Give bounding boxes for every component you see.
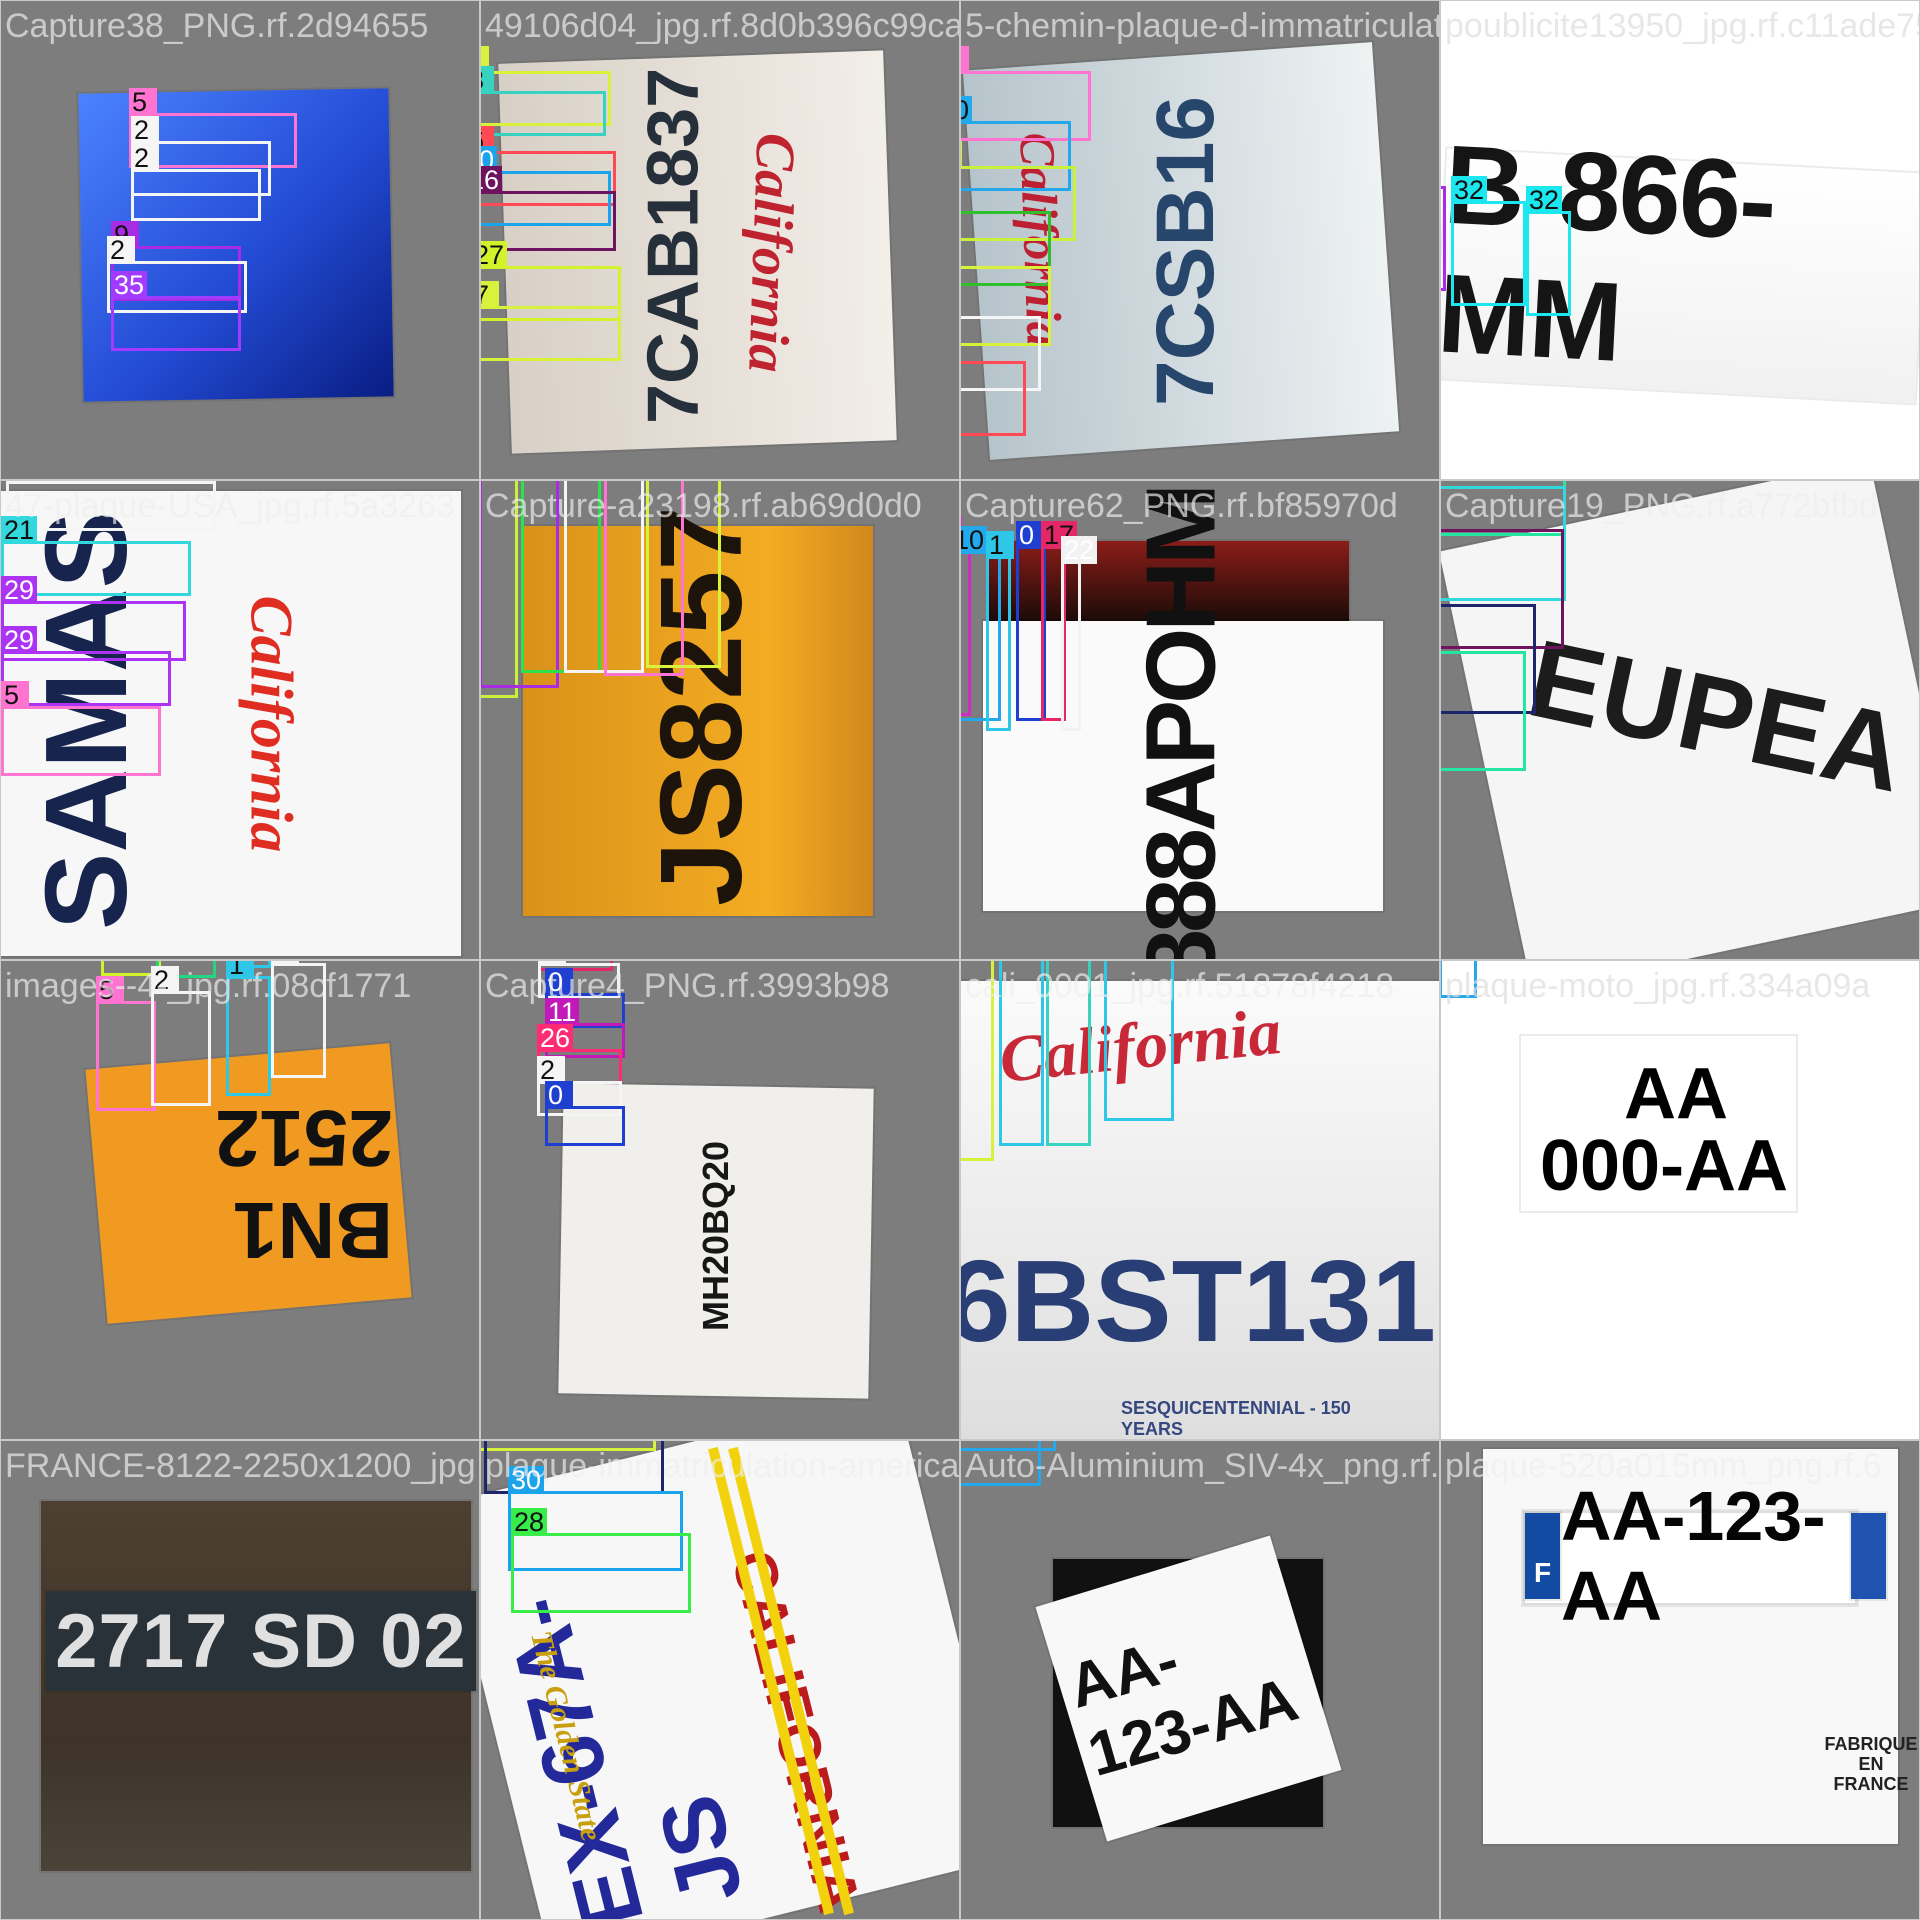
plate-top-line: AA xyxy=(1624,1053,1728,1134)
detection-box: 0 xyxy=(545,1081,625,1146)
mosaic-tile-cali-0001: cali_0001_jpg.rf.51878f4218 California 6… xyxy=(960,960,1440,1440)
mosaic-tile-auto-aluminium: Auto-Aluminium_SIV-4x_png.rf.6 AA-123-AA… xyxy=(960,1440,1440,1920)
tile-title: images--4-_jpg.rf.08cf1771 xyxy=(5,967,412,1005)
detection-class-label: 29 xyxy=(1,626,38,654)
tile-title: Capture19_PNG.rf.a772bfbd xyxy=(1445,487,1878,525)
mosaic-tile-publicite: poublicite13950_jpg.rf.c11ade75 B-866-MM… xyxy=(1440,0,1920,480)
detection-class-label: 16 xyxy=(481,166,503,194)
detection-box: 9 xyxy=(1441,186,1446,291)
tile-title: Capture62_PNG.rf.bf85970d xyxy=(965,487,1398,525)
mosaic-tile-france-8122: FRANCE-8122-2250x1200_jpg 2717 SD 02 271… xyxy=(0,1440,480,1920)
plate-footer: SESQUICENTENNIAL - 150 YEARS xyxy=(1121,1397,1351,1439)
country-code: F xyxy=(1533,1557,1552,1588)
fabrique-en-france-text: FABRIQUE EN FRANCE xyxy=(1824,1733,1918,1794)
mosaic-tile-plaque-520: plaque-520a015mm_png.rf.6 F AA-123-AA FA… xyxy=(1440,1440,1920,1920)
detection-class-label: 32 xyxy=(1451,176,1488,204)
tile-title: plaque-moto_jpg.rf.334a09a xyxy=(1445,967,1871,1005)
detection-class-label: 27 xyxy=(481,241,508,269)
detection-class-label: 29 xyxy=(1,576,38,604)
detection-class-label: 3 xyxy=(481,66,494,94)
detection-class-label: 0 xyxy=(545,1081,573,1109)
detection-box: 1 xyxy=(986,531,1014,731)
mosaic-tile-capture62: Capture62_PNG.rf.bf85970d 6888APOHM 6688… xyxy=(960,480,1440,960)
plate-characters: 2717 SD 02 xyxy=(55,1598,467,1684)
plate-detection-mosaic: Capture38_PNG.rf.2d94655 5 2 2 9 2 35 49106d0… xyxy=(0,0,1920,1920)
detection-class-label: 26 xyxy=(537,1024,574,1052)
tile-title: 5-chemin-plaque-d-immatriculation-_jpg.r… xyxy=(965,7,1439,45)
mosaic-tile-capture38: Capture38_PNG.rf.2d94655 5 2 2 9 2 35 xyxy=(0,0,480,480)
mosaic-tile-californie: plaque-immatriculation-americaine-califo… xyxy=(480,1440,960,1920)
detection-box: 28 xyxy=(511,1508,691,1613)
plate-characters: EUPEA xyxy=(1517,616,1915,816)
tile-title: 49106d04_jpg.rf.8d0b396c99caca08afa9a170… xyxy=(485,7,959,45)
tile-title: FRANCE-8122-2250x1200_jpg xyxy=(5,1447,476,1485)
detection-box: 14 xyxy=(1441,651,1526,771)
mosaic-tile-capture4: Capture4_PNG.rf.3993b98 MH20BQ20 2217201… xyxy=(480,960,960,1440)
detection-box: 2 xyxy=(131,144,261,221)
mosaic-tile-orange-plate: Capture-a23198.rf.ab69d0d0 JS8257 199825… xyxy=(480,480,960,960)
detection-class-label: 28 xyxy=(511,1508,548,1536)
mosaic-tile-immatriculation: 5-chemin-plaque-d-immatriculation-_jpg.r… xyxy=(960,0,1440,480)
detection-box: 32 xyxy=(1526,186,1571,316)
tile-title: plaque-immatriculation-americaine-califo… xyxy=(485,1447,960,1485)
tile-title: cali_0001_jpg.rf.51878f4218 xyxy=(965,967,1395,1005)
mosaic-tile-capture19: Capture19_PNG.rf.a772bfbd EUPEA 14211641… xyxy=(1440,480,1920,960)
detection-box: 6 xyxy=(961,361,1026,436)
california-script: California xyxy=(736,131,807,374)
plate-bottom-line: 000-AA xyxy=(1539,1126,1789,1206)
plate-characters: MH20BQ20 xyxy=(695,1140,736,1332)
detection-class-label: 5 xyxy=(1,681,29,709)
detection-box: 3 xyxy=(481,66,606,136)
detection-class-label: 35 xyxy=(111,271,148,299)
plate-characters: 6BST131 xyxy=(960,1236,1437,1366)
blue-right-band xyxy=(1851,1513,1886,1599)
detection-box: 7 xyxy=(481,281,621,361)
mosaic-tile-images-4: images--4-_jpg.rf.08cf1771 BN1 2512 2723… xyxy=(0,960,480,1440)
mosaic-tile-plaque-moto: plaque-moto_jpg.rf.334a09a AA 000-AA 101… xyxy=(1440,960,1920,1440)
mosaic-tile-california-plate: 49106d04_jpg.rf.8d0b396c99caca08afa9a170… xyxy=(480,0,960,480)
tile-title: plaque-520a015mm_png.rf.6 xyxy=(1445,1447,1882,1485)
detection-box: 35 xyxy=(111,271,241,351)
plate-characters: AA-123-AA xyxy=(1561,1477,1826,1635)
detection-class-label: 5 xyxy=(129,88,157,116)
detection-box: 5 xyxy=(96,976,156,1111)
tile-title: Capture4_PNG.rf.3993b98 xyxy=(485,967,890,1005)
detection-box: 5 xyxy=(1,681,161,776)
california-script: California xyxy=(238,595,305,853)
detection-class-label: 19 xyxy=(961,141,963,169)
tile-title: 47-plaque-USA_jpg.rf.5a3263 xyxy=(5,487,455,525)
detection-class-label: 1 xyxy=(986,531,1014,559)
tile-title: Auto-Aluminium_SIV-4x_png.rf.6 xyxy=(965,1447,1440,1485)
detection-class-label: 7 xyxy=(481,281,499,309)
detection-box: 22 xyxy=(1061,536,1098,731)
tile-title: Capture38_PNG.rf.2d94655 xyxy=(5,7,429,45)
detection-class-label: 2 xyxy=(131,144,159,172)
detection-class-label: 2 xyxy=(131,116,159,144)
detection-class-label: 2 xyxy=(107,236,135,264)
detection-class-label: 22 xyxy=(1061,536,1098,564)
plate-characters: 7CSB16 xyxy=(1140,96,1231,406)
detection-class-label: 32 xyxy=(1526,186,1563,214)
tile-title: Capture-a23198.rf.ab69d0d0 xyxy=(485,487,922,525)
detection-class-label: 10 xyxy=(961,96,973,124)
detection-box: 32 xyxy=(1451,176,1526,306)
mosaic-tile-usa-plate: 47-plaque-USA_jpg.rf.5a3263 SAMAS Califo… xyxy=(0,480,480,960)
tile-title: poublicite13950_jpg.rf.c11ade75 xyxy=(1445,7,1920,45)
